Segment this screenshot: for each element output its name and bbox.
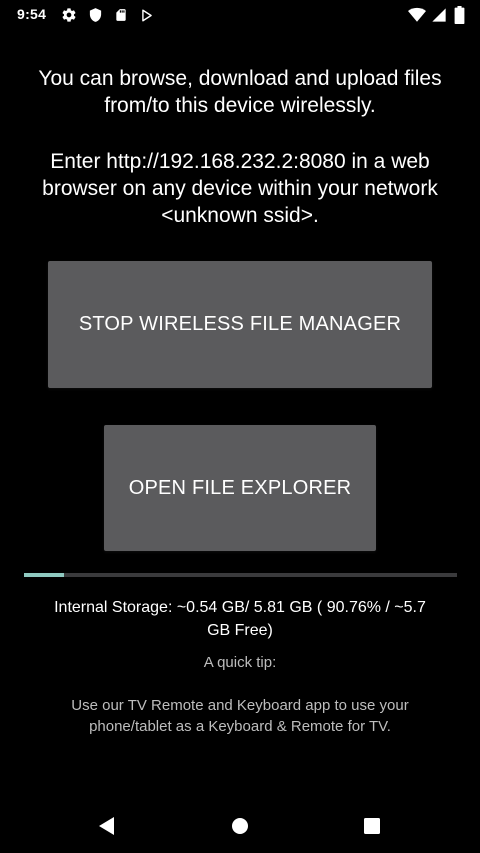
sd-card-icon [112, 6, 130, 24]
wireless-info-text: You can browse, download and upload file… [0, 65, 480, 119]
storage-line: Internal Storage: ~0.54 GB/ 5.81 GB ( 90… [54, 599, 426, 616]
storage-info-text: Internal Storage: ~0.54 GB/ 5.81 GB ( 90… [20, 596, 460, 642]
info-line: You can browse, download and upload file… [38, 67, 442, 90]
wifi-icon [408, 6, 426, 24]
signal-icon [430, 6, 448, 24]
stop-wireless-file-manager-button[interactable]: STOP WIRELESS FILE MANAGER [48, 261, 432, 388]
recents-square-icon [364, 818, 380, 834]
play-store-icon [138, 6, 156, 24]
shield-icon [86, 6, 104, 24]
network-ssid-text: <unknown ssid>. [161, 204, 319, 227]
battery-icon [450, 6, 468, 24]
info-line: from/to this device wirelessly. [104, 94, 376, 117]
tip-line: Use our TV Remote and Keyboard app to us… [71, 697, 409, 714]
navigation-bar [0, 798, 480, 853]
tip-line: phone/tablet as a Keyboard & Remote for … [89, 718, 391, 735]
home-circle-icon [232, 818, 248, 834]
settings-gear-icon [60, 6, 78, 24]
storage-progress-bar [24, 573, 457, 577]
storage-line: GB Free) [207, 622, 273, 639]
back-button[interactable] [90, 810, 122, 842]
open-file-explorer-button[interactable]: OPEN FILE EXPLORER [104, 425, 376, 551]
back-triangle-icon [99, 817, 114, 835]
info-line: browser on any device within your networ… [42, 177, 438, 200]
home-button[interactable] [224, 810, 256, 842]
status-bar: 9:54 [0, 0, 480, 30]
tip-title: A quick tip: [203, 654, 277, 671]
recents-button[interactable] [356, 810, 388, 842]
status-time: 9:54 [17, 6, 47, 22]
storage-progress-fill [24, 573, 64, 577]
open-button-label: OPEN FILE EXPLORER [128, 476, 352, 499]
connection-instructions-text: Enter http://192.168.232.2:8080 in a web… [0, 148, 480, 229]
stop-button-label: STOP WIRELESS FILE MANAGER [78, 313, 402, 335]
info-line: Enter http://192.168.232.2:8080 in a web [50, 150, 430, 173]
tip-text[interactable]: Use our TV Remote and Keyboard app to us… [20, 695, 460, 737]
